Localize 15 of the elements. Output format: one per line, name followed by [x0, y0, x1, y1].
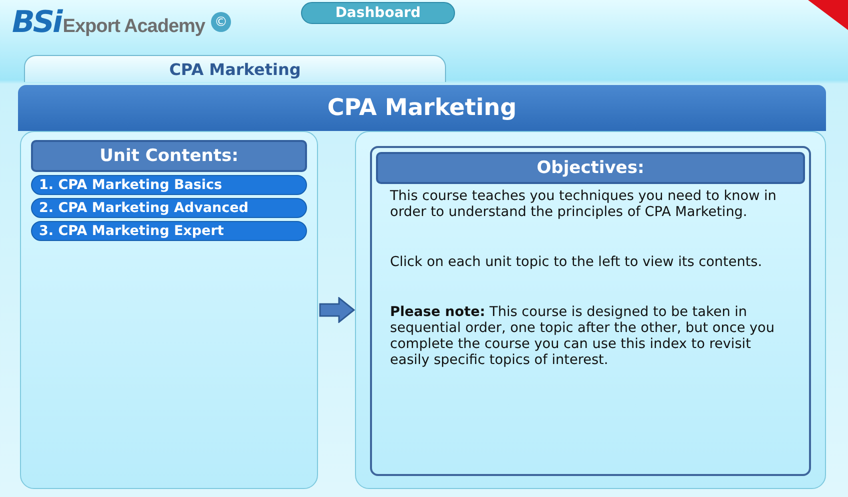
objectives-paragraph: This course teaches you techniques you need to know in order to understand the principles of CPA Marketing. — [390, 188, 778, 220]
objectives-heading: Objectives: — [376, 152, 805, 184]
corner-triangle-icon — [808, 0, 848, 30]
dashboard-button[interactable]: Dashboard — [301, 2, 456, 24]
unit-contents-heading: Unit Contents: — [31, 140, 307, 172]
unit-item[interactable]: 2. CPA Marketing Advanced — [31, 198, 307, 218]
page-title: CPA Marketing — [18, 85, 826, 131]
right-arrow-icon — [318, 297, 354, 323]
logo-mark: BSi — [12, 8, 61, 38]
copyright-badge: © — [211, 12, 232, 32]
objectives-paragraph: Please note: This course is designed to be taken in sequential order, one topic after the other, but once you complete the course you can use this index to revisit easily specific topics of interest. — [390, 304, 776, 368]
unit-item[interactable]: 1. CPA Marketing Basics — [31, 175, 307, 195]
unit-item[interactable]: 3. CPA Marketing Expert — [31, 221, 307, 241]
objectives-paragraph: Click on each unit topic to the left to view its contents. — [390, 254, 764, 270]
logo-name: Export Academy — [62, 16, 206, 38]
